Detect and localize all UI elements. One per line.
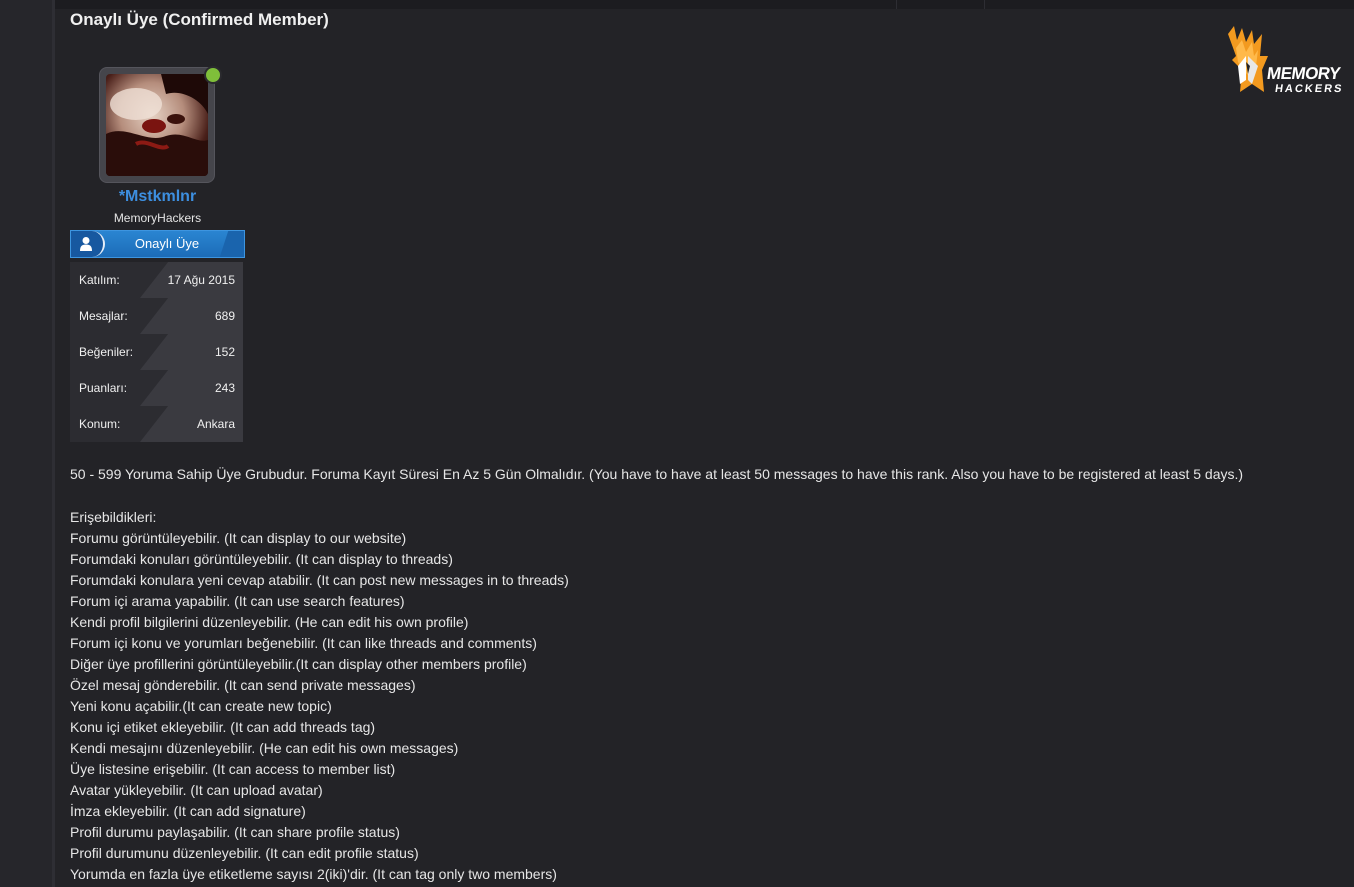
list-item: Profil durumu paylaşabilir. (It can shar… — [70, 824, 400, 840]
list-item: İmza ekleyebilir. (It can add signature) — [70, 803, 306, 819]
list-item: Profil durumunu düzenleyebilir. (It can … — [70, 845, 419, 861]
logo-text-memory: MEMORY — [1265, 64, 1342, 83]
list-item: Konu içi etiket ekleyebilir. (It can add… — [70, 719, 376, 735]
stat-label: Puanları: — [79, 381, 128, 395]
stat-value[interactable]: 243 — [215, 381, 235, 395]
top-bar — [0, 0, 1354, 9]
list-item: Avatar yükleyebilir. (It can upload avat… — [70, 782, 323, 798]
stat-value: 152 — [214, 345, 235, 359]
top-bar-separator — [896, 0, 897, 9]
stat-value[interactable]: Ankara — [197, 417, 235, 431]
rank-banner-cap — [71, 231, 105, 257]
list-item: Kendi mesajını düzenleyebilir. (He can e… — [70, 740, 459, 756]
rank-description: 50 - 599 Yoruma Sahip Üye Grubudur. Foru… — [70, 466, 1244, 482]
top-bar-separator — [984, 0, 985, 9]
permissions-list: Forumu görüntüleyebilir. (It can display… — [70, 530, 569, 887]
memory-hackers-logo[interactable]: MEMORY HACKERS — [1222, 26, 1344, 96]
list-item: Forumdaki konuları görüntüleyebilir. (It… — [70, 551, 453, 567]
list-item: Forum içi konu ve yorumları beğenebilir.… — [70, 635, 537, 651]
online-status-dot — [204, 66, 222, 84]
list-item: Yorumda en fazla üye etiketleme sayısı 2… — [70, 866, 557, 882]
stat-row-likes: Beğeniler: 152 — [70, 334, 243, 370]
logo-text-hackers: HACKERS — [1274, 83, 1345, 95]
stat-label: Konum: — [79, 417, 121, 431]
list-item: Yeni konu açabilir.(It can create new to… — [70, 698, 332, 714]
list-item: Üye listesine erişebilir. (It can access… — [70, 761, 396, 777]
list-item: Kendi profil bilgilerini düzenleyebilir.… — [70, 614, 469, 630]
list-item: Özel mesaj gönderebilir. (It can send pr… — [70, 677, 416, 693]
username-link[interactable]: *Mstkmlnr — [70, 188, 245, 206]
permissions-heading: Erişebildikleri: — [70, 509, 157, 525]
stat-value: 17 Ağu 2015 — [167, 273, 235, 287]
stat-label: Mesajlar: — [79, 309, 128, 323]
list-item: Forumdaki konulara yeni cevap atabilir. … — [70, 572, 569, 588]
stat-row-messages: Mesajlar: 689 — [70, 298, 243, 334]
rank-label: Onaylı Üye — [134, 236, 200, 251]
avatar-image — [106, 74, 208, 176]
stat-row-points: Puanları: 243 — [70, 370, 243, 406]
stat-label: Katılım: — [79, 273, 120, 287]
user-title: MemoryHackers — [113, 211, 202, 225]
list-item: Diğer üye profillerini görüntüleyebilir.… — [70, 656, 527, 672]
user-stats: Katılım: 17 Ağu 2015 Mesajlar: 689 Beğen… — [70, 262, 243, 442]
stat-value[interactable]: 689 — [215, 309, 235, 323]
avatar[interactable] — [99, 67, 215, 183]
left-gutter — [0, 0, 52, 887]
user-icon — [80, 237, 92, 251]
list-item: Forumu görüntüleyebilir. (It can display… — [70, 530, 407, 546]
list-item: Forum içi arama yapabilir. (It can use s… — [70, 593, 405, 609]
stat-row-joined: Katılım: 17 Ağu 2015 — [70, 262, 243, 298]
rank-banner: Onaylı Üye — [70, 230, 245, 258]
stat-row-location: Konum: Ankara — [70, 406, 243, 442]
page-title: Onaylı Üye (Confirmed Member) — [70, 10, 329, 29]
stat-label: Beğeniler: — [79, 345, 134, 359]
